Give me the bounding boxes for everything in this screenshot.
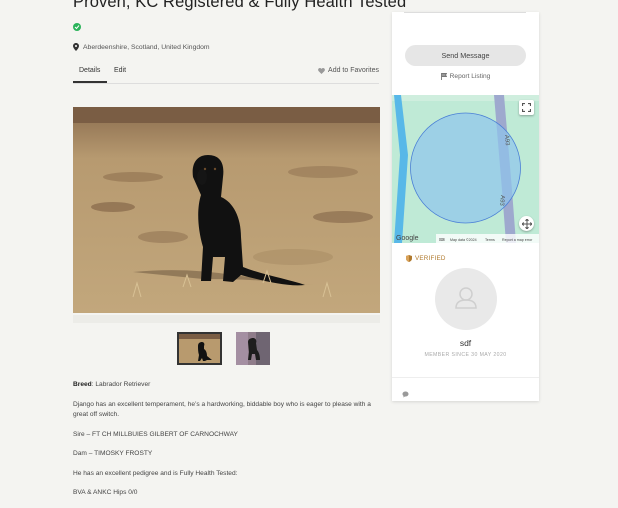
location-map[interactable]: A93 A93 Google ⌨ Map data ©2024 Terms Re… — [392, 95, 539, 243]
pan-arrows-icon — [521, 218, 532, 229]
card-top-divider — [404, 12, 526, 13]
listing-tabs: Details Edit Add to Favorites — [73, 59, 379, 84]
fullscreen-button[interactable] — [519, 100, 534, 115]
user-icon — [455, 287, 477, 309]
map-pan-control[interactable] — [519, 216, 534, 231]
add-to-favorites-label: Add to Favorites — [328, 67, 379, 74]
listing-main-photo[interactable] — [73, 107, 380, 313]
description-paragraph: He has an excellent pedigree and is Full… — [73, 469, 238, 477]
road-label-a93: A93 — [498, 195, 505, 207]
card-divider — [392, 377, 539, 378]
map-pin-icon — [73, 43, 79, 51]
avatar[interactable] — [435, 268, 497, 330]
breed-value: : Labrador Retriever — [91, 381, 151, 388]
map-report-error-link: Report a map error — [502, 238, 533, 242]
heart-icon — [318, 67, 325, 74]
report-listing-label: Report Listing — [449, 73, 491, 80]
chat-icon[interactable] — [402, 385, 409, 403]
thumbnail-1[interactable] — [177, 332, 222, 365]
send-message-button[interactable]: Send Message — [405, 45, 526, 66]
verified-check-icon — [73, 23, 81, 31]
road-label-a93: A93 — [503, 135, 510, 147]
keyboard-shortcuts-icon: ⌨ — [439, 237, 445, 242]
member-since: MEMBER SINCE 30 MAY 2020 — [424, 352, 507, 358]
fullscreen-icon — [522, 103, 531, 112]
tab-details[interactable]: Details — [79, 67, 100, 74]
report-listing-link[interactable]: Report Listing — [392, 73, 539, 80]
verified-badge: VERIFIED — [406, 255, 446, 262]
description-paragraph: Sire – FT CH MILLBUIES GILBERT OF CARNOC… — [73, 430, 238, 438]
description-paragraph: BVA & ANKC Hips 0/0 — [73, 489, 138, 496]
active-tab-indicator — [73, 81, 107, 83]
flag-icon — [440, 73, 447, 80]
description-paragraph: Django has an excellent temperament, he’… — [73, 400, 371, 419]
add-to-favorites-button[interactable]: Add to Favorites — [318, 67, 379, 74]
breed-label: Breed — [73, 381, 92, 388]
listing-description: Breed: Labrador Retriever Django has an … — [73, 380, 378, 508]
breed-line: Breed: Labrador Retriever — [73, 380, 378, 391]
tab-edit[interactable]: Edit — [114, 67, 126, 74]
shield-icon — [406, 255, 412, 262]
listing-location: Aberdeenshire, Scotland, United Kingdom — [73, 43, 210, 51]
location-text: Aberdeenshire, Scotland, United Kingdom — [83, 43, 210, 51]
google-logo: Google — [396, 235, 419, 242]
listing-title: Proven, KC Registered & Fully Health Tes… — [73, 0, 407, 11]
thumbnail-2[interactable] — [236, 332, 281, 365]
seller-sidebar-card: Send Message Report Listing A93 A93 Goog… — [392, 12, 539, 401]
radius-circle — [410, 112, 521, 224]
member-name[interactable]: sdf — [392, 338, 539, 348]
thumbnail-strip-background — [73, 315, 380, 323]
map-attribution: Map data ©2024 — [450, 238, 477, 242]
map-terms-link: Terms — [485, 238, 495, 242]
description-paragraph: Dam – TIMOSKY FROSTY — [73, 450, 153, 457]
verified-label-text: VERIFIED — [415, 255, 446, 262]
